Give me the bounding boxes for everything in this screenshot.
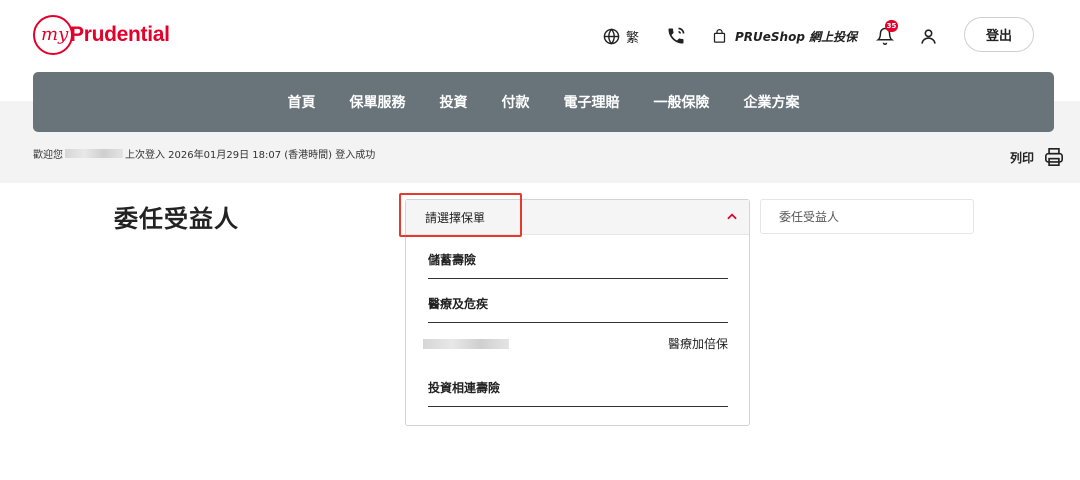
redacted-policy-number [423,338,509,349]
nav-item-eclaims[interactable]: 電子理賠 [547,92,637,112]
nav-item-payment[interactable]: 付款 [485,92,547,112]
chevron-up-icon [727,213,737,220]
notification-badge: 35 [885,20,898,32]
nav-item-general-insurance[interactable]: 一般保險 [637,92,727,112]
logo-my: my [41,24,69,45]
nav-item-investment[interactable]: 投資 [423,92,485,112]
page-title: 委任受益人 [114,205,239,233]
welcome-prefix: 歡迎您 [33,150,63,161]
highlight-box [399,193,522,237]
logout-button[interactable]: 登出 [964,17,1034,52]
notifications-button[interactable]: 35 [875,0,898,72]
profile-button[interactable] [919,0,938,72]
phone-icon [668,27,685,44]
group-medical-critical-illness: 醫療及危疾 [428,295,728,323]
group-investment-linked-life: 投資相連壽險 [428,379,728,407]
nav-item-policy-services[interactable]: 保單服務 [333,92,423,112]
group-savings-life: 儲蓄壽險 [428,251,728,279]
main-nav: 首頁 保單服務 投資 付款 電子理賠 一般保險 企業方案 [33,72,1054,132]
prueshop-label: PRUeShop 網上投保 [735,29,858,44]
globe-icon [603,27,620,45]
redacted-username [65,149,123,158]
print-button[interactable]: 列印 [1010,148,1064,166]
shopping-bag-icon [713,28,726,43]
contact-button[interactable] [666,0,686,72]
language-label: 繁 [626,30,640,46]
welcome-message: 歡迎您 上次登入 2026年01月29日 18:07 (香港時間) 登入成功 [33,146,375,161]
header: my Prudential 繁 PRUeShop 網上投保 35 登出 [0,0,1080,72]
policy-product-name: 醫療加倍保 [667,337,728,351]
beneficiary-field[interactable]: 委任受益人 [760,199,974,234]
bell-wrap: 35 [875,20,898,46]
myprudential-logo[interactable]: my Prudential [33,15,170,55]
user-icon [921,28,936,44]
last-login-text: 上次登入 2026年01月29日 18:07 (香港時間) 登入成功 [125,150,376,161]
printer-icon [1045,148,1064,166]
print-label: 列印 [1010,150,1035,165]
nav-item-home[interactable]: 首頁 [271,92,333,112]
nav-item-corporate[interactable]: 企業方案 [727,92,817,112]
language-switch[interactable]: 繁 [603,0,639,72]
logo-ring: my [33,15,73,55]
prueshop-link[interactable]: PRUeShop 網上投保 [712,0,857,72]
policy-option[interactable]: 醫療加倍保 [423,335,728,352]
logo-name: Prudential [70,23,170,46]
